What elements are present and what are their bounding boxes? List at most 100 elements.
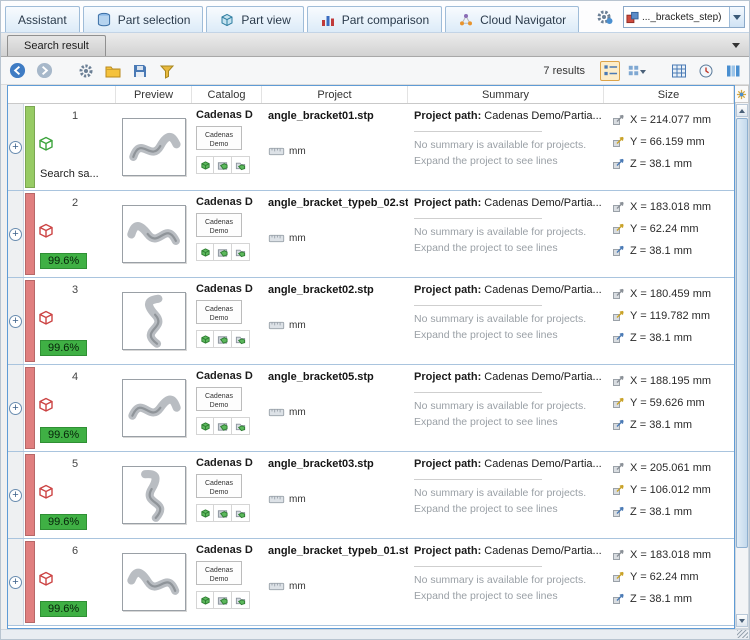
catalog-cube-icon[interactable] xyxy=(214,418,231,434)
vertical-scrollbar[interactable] xyxy=(735,103,749,629)
unit-label: mm xyxy=(289,146,306,157)
size-x-line: X = 214.077 mm xyxy=(612,113,732,126)
catalog-cube-icon[interactable] xyxy=(214,157,231,173)
result-row[interactable]: + 1 Search sa... Cadenas D Cadenas Demo xyxy=(8,104,734,191)
catalog-cube-icon[interactable] xyxy=(197,505,214,521)
table-view-button[interactable] xyxy=(669,61,689,81)
catalog-cube-icon[interactable] xyxy=(197,418,214,434)
catalog-cube-icon[interactable] xyxy=(197,244,214,260)
project-cell: angle_bracket_typeb_01.stp mm xyxy=(262,539,408,625)
tab-part-selection[interactable]: Part selection xyxy=(83,6,204,32)
save-search-icon[interactable] xyxy=(130,61,150,81)
columns-button[interactable] xyxy=(723,61,743,81)
catalog-cube-icon[interactable] xyxy=(232,157,249,173)
column-header-status[interactable] xyxy=(8,86,116,103)
summary-note-2: Expand the project to see lines xyxy=(414,588,600,604)
search-settings-gear-icon[interactable] xyxy=(76,61,96,81)
size-y-line: Y = 62.24 mm xyxy=(612,570,732,583)
part-thumbnail[interactable] xyxy=(122,379,186,437)
catalog-cube-icon[interactable] xyxy=(214,244,231,260)
project-filename: angle_bracket02.stp xyxy=(268,284,406,296)
column-header-project[interactable]: Project xyxy=(262,86,408,103)
expand-row-button[interactable]: + xyxy=(9,489,22,502)
scroll-down-button[interactable] xyxy=(736,614,748,627)
expand-row-button[interactable]: + xyxy=(9,315,22,328)
tab-search-result[interactable]: Search result xyxy=(7,35,106,56)
result-row[interactable]: + 3 99.6% Cadenas D Cadenas Demo xyxy=(8,278,734,365)
tab-part-comparison[interactable]: Part comparison xyxy=(307,6,442,32)
session-settings-icon[interactable] xyxy=(594,6,616,28)
size-y-line: Y = 59.626 mm xyxy=(612,396,732,409)
column-header-preview[interactable]: Preview xyxy=(116,86,192,103)
thumbnail-view-button[interactable] xyxy=(627,61,647,81)
part-thumbnail[interactable] xyxy=(122,292,186,350)
match-cell: 2 99.6% xyxy=(24,191,116,277)
size-z-line: Z = 38.1 mm xyxy=(612,418,732,431)
match-indicator-bar xyxy=(25,454,35,536)
scrollbar-thumb[interactable] xyxy=(736,118,748,548)
tab-part-view[interactable]: Part view xyxy=(206,6,303,32)
result-row[interactable]: + 2 99.6% Cadenas D Cadenas Demo xyxy=(8,191,734,278)
tab-list-menu-button[interactable] xyxy=(727,36,745,54)
unit-row: mm xyxy=(268,146,406,157)
catalog-cube-icon[interactable] xyxy=(232,331,249,347)
column-header-size[interactable]: Size xyxy=(604,86,734,103)
result-row[interactable]: + 6 99.6% Cadenas D Cadenas Demo xyxy=(8,539,734,626)
unit-label: mm xyxy=(289,581,306,592)
customize-columns-button[interactable] xyxy=(735,85,749,103)
catalog-cube-icon[interactable] xyxy=(232,418,249,434)
result-row[interactable]: + 5 99.6% Cadenas D Cadenas Demo xyxy=(8,452,734,539)
part-thumbnail[interactable] xyxy=(122,118,186,176)
part-thumbnail[interactable] xyxy=(122,466,186,524)
project-cell: angle_bracket05.stp mm xyxy=(262,365,408,451)
catalog-cube-icon[interactable] xyxy=(232,505,249,521)
forward-button[interactable] xyxy=(34,61,54,81)
session-combobox-value: ..._brackets_step) xyxy=(642,12,726,23)
project-cell: angle_bracket_typeb_02.stp mm xyxy=(262,191,408,277)
comparison-chart-icon xyxy=(320,12,336,28)
chevron-down-icon[interactable] xyxy=(729,7,744,27)
project-cell: angle_bracket02.stp mm xyxy=(262,278,408,364)
tab-assistant[interactable]: Assistant xyxy=(5,6,80,32)
catalog-cube-icon[interactable] xyxy=(197,592,214,608)
column-header-summary[interactable]: Summary xyxy=(408,86,604,103)
summary-note-2: Expand the project to see lines xyxy=(414,501,600,517)
column-header-catalog[interactable]: Catalog xyxy=(192,86,262,103)
project-path-value: Cadenas Demo/Partia... xyxy=(484,197,601,209)
project-path-label: Project path: xyxy=(414,371,481,383)
catalog-cube-icon[interactable] xyxy=(214,505,231,521)
part-thumbnail[interactable] xyxy=(122,205,186,263)
expand-row-button[interactable]: + xyxy=(9,402,22,415)
match-percentage-badge: 99.6% xyxy=(40,427,87,443)
thumbnail-view-caret-icon[interactable] xyxy=(640,70,646,77)
axis-y-icon xyxy=(612,309,625,322)
right-rail xyxy=(735,85,749,629)
tab-cloud-navigator[interactable]: Cloud Navigator xyxy=(445,6,579,32)
status-strip xyxy=(1,629,749,639)
expand-row-button[interactable]: + xyxy=(9,141,22,154)
filter-funnel-icon[interactable] xyxy=(157,61,177,81)
part-thumbnail[interactable] xyxy=(122,553,186,611)
scroll-up-button[interactable] xyxy=(736,104,748,117)
ruler-icon xyxy=(268,582,285,591)
catalog-cube-icon[interactable] xyxy=(232,244,249,260)
back-button[interactable] xyxy=(7,61,27,81)
list-view-button[interactable] xyxy=(600,61,620,81)
catalog-cube-icon[interactable] xyxy=(232,592,249,608)
catalog-cube-icon[interactable] xyxy=(214,592,231,608)
match-cell: 6 99.6% xyxy=(24,539,116,625)
project-path-line: Project path: Cadenas Demo/Partia... xyxy=(414,197,600,209)
catalog-cube-icon[interactable] xyxy=(197,157,214,173)
size-x-line: X = 183.018 mm xyxy=(612,548,732,561)
session-combobox[interactable]: ..._brackets_step) xyxy=(623,6,745,28)
catalog-cube-icon[interactable] xyxy=(214,331,231,347)
resize-grip[interactable] xyxy=(737,630,748,638)
summary-divider xyxy=(414,566,542,567)
expand-row-button[interactable]: + xyxy=(9,576,22,589)
catalog-cube-icon[interactable] xyxy=(197,331,214,347)
expand-row-button[interactable]: + xyxy=(9,228,22,241)
result-row[interactable]: + 4 99.6% Cadenas D Cadenas Demo xyxy=(8,365,734,452)
favorites-folder-icon[interactable] xyxy=(103,61,123,81)
history-clock-button[interactable] xyxy=(696,61,716,81)
unit-row: mm xyxy=(268,233,406,244)
